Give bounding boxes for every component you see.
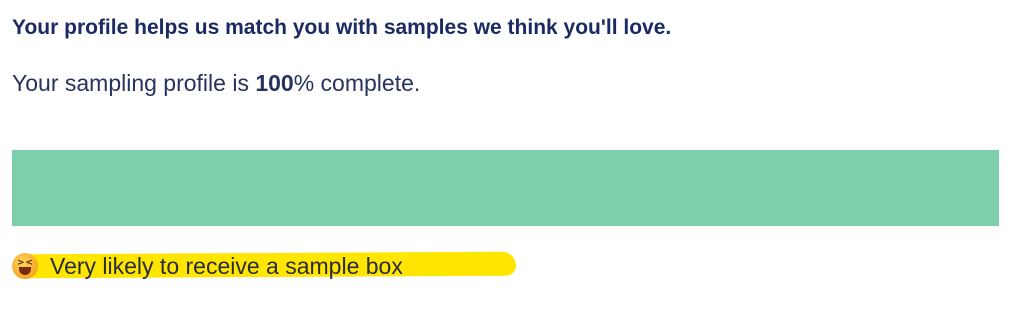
completion-percentage: 100 [255, 70, 294, 96]
completion-status-suffix: % complete. [293, 70, 421, 96]
profile-progress-bar [12, 150, 999, 226]
sample-likelihood: > < Very likely to receive a sample box [12, 250, 517, 282]
sample-likelihood-label: Very likely to receive a sample box [50, 252, 403, 279]
laughing-face-icon: > < [12, 253, 38, 279]
completion-status-prefix: Your sampling profile is [12, 70, 256, 96]
profile-progress-fill [12, 150, 999, 226]
completion-status: Your sampling profile is 100% complete. [12, 70, 420, 97]
profile-heading: Your profile helps us match you with sam… [12, 16, 672, 39]
